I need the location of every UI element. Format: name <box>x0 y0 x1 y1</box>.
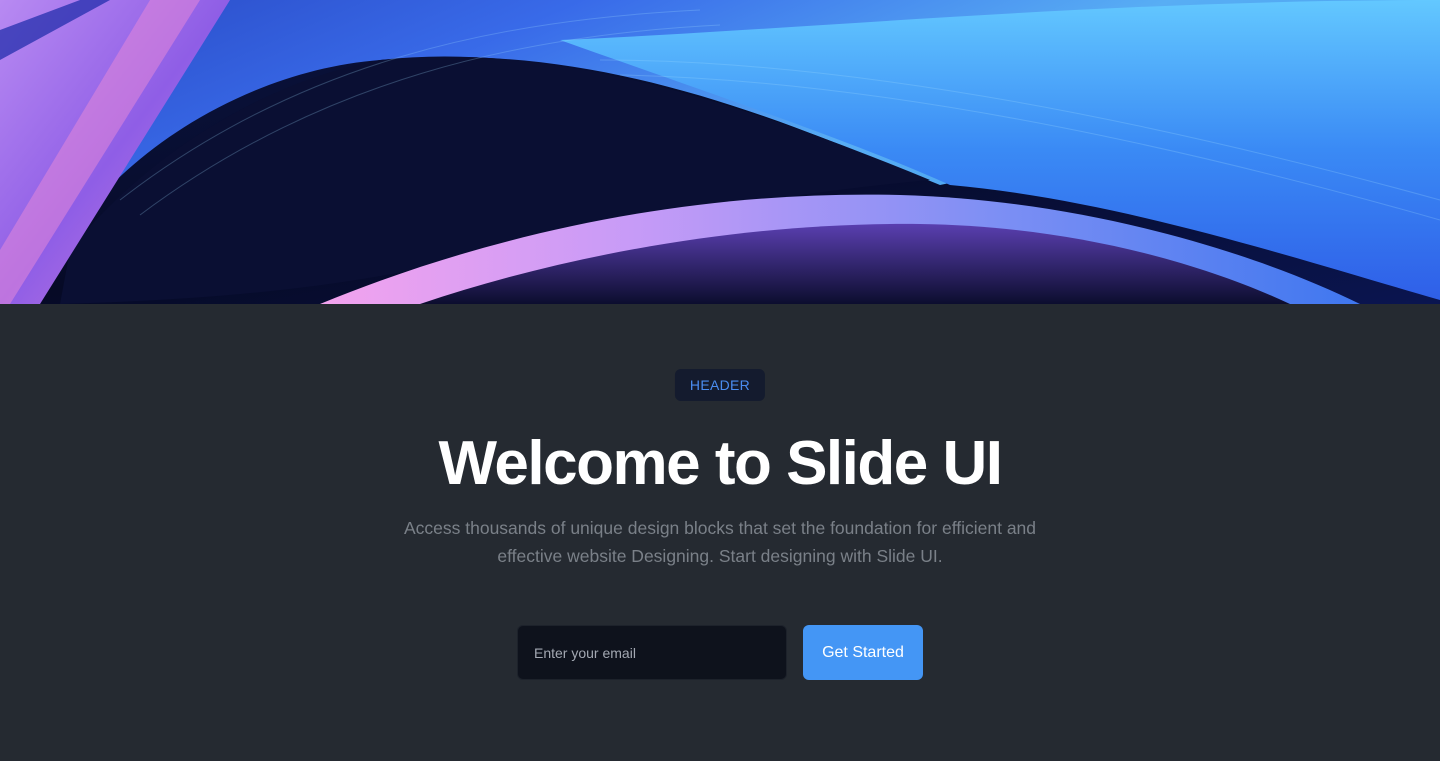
hero-banner-image <box>0 0 1440 304</box>
email-signup-form: Get Started <box>517 625 923 680</box>
abstract-ribbons-image <box>0 0 1440 304</box>
page-title: Welcome to Slide UI <box>438 429 1003 498</box>
get-started-button[interactable]: Get Started <box>803 625 923 680</box>
page-subtitle: Access thousands of unique design blocks… <box>403 518 1037 566</box>
section-badge: HEADER <box>674 369 766 401</box>
landing-page: HEADER Welcome to Slide UI Access thousa… <box>0 0 1440 761</box>
email-input[interactable] <box>517 625 787 680</box>
header-section: HEADER Welcome to Slide UI Access thousa… <box>0 304 1440 761</box>
